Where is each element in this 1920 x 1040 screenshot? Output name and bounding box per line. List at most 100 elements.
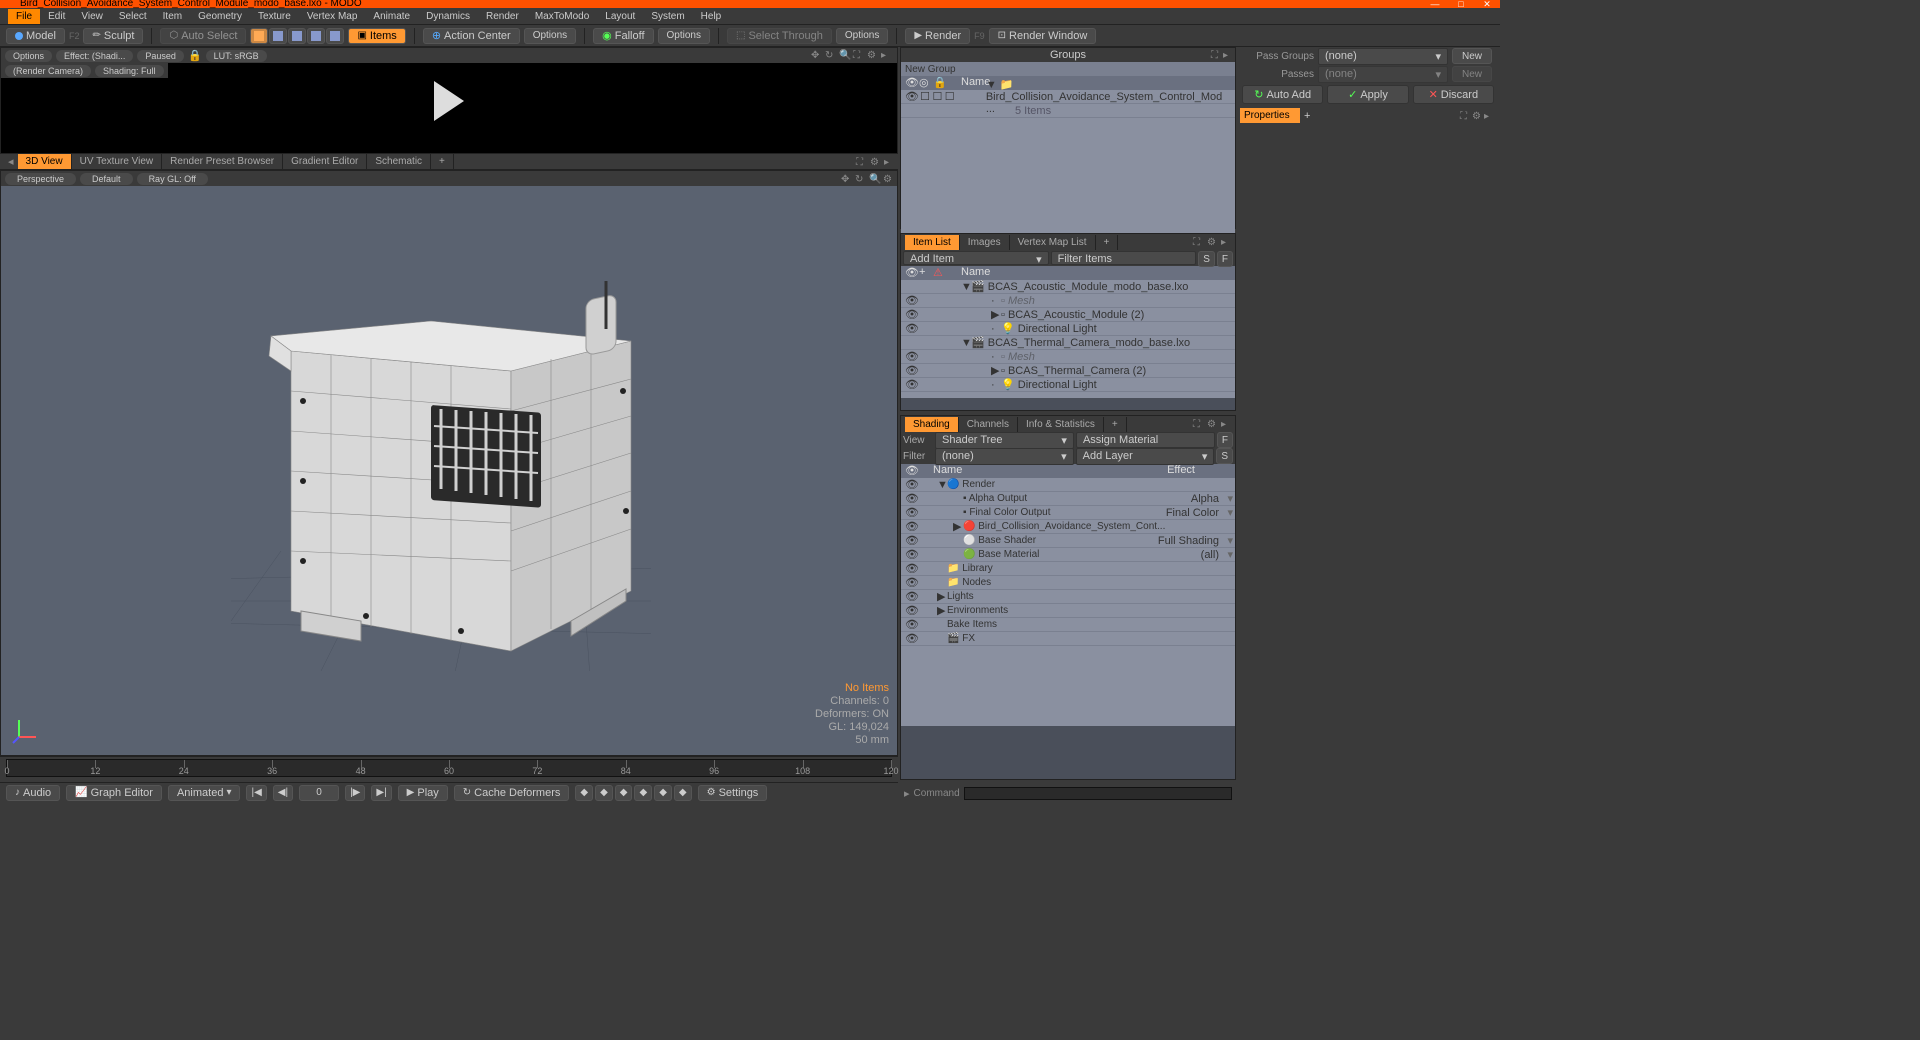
sel-mode-5[interactable] (326, 28, 344, 44)
s-button[interactable]: S (1198, 251, 1215, 267)
preview-effect[interactable]: Effect: (Shadi... (56, 50, 133, 62)
next-frame-button[interactable]: |▶ (345, 785, 365, 801)
auto-select-button[interactable]: ⬡Auto Select (160, 28, 246, 44)
preview-lut[interactable]: LUT: sRGB (206, 50, 267, 62)
menu-icon[interactable]: ▸ (1221, 419, 1231, 429)
expand-icon[interactable]: ⛶ (853, 50, 863, 60)
options-icon[interactable]: ⚙ (883, 174, 893, 184)
expand-icon[interactable]: ⛶ (856, 157, 866, 167)
shader-row[interactable]: 👁▶ 🔴 Bird_Collision_Avoidance_System_Con… (901, 520, 1235, 534)
menu-system[interactable]: System (643, 9, 692, 24)
frame-input[interactable]: 0 (299, 785, 339, 801)
tab-renderpreset[interactable]: Render Preset Browser (162, 154, 283, 169)
menu-texture[interactable]: Texture (250, 9, 299, 24)
maximize-button[interactable]: □ (1448, 0, 1474, 8)
tab-itemlist[interactable]: Item List (905, 235, 960, 250)
item-row[interactable]: 👁· ▫ Mesh (901, 350, 1235, 364)
s-button[interactable]: S (1216, 448, 1233, 464)
discard-button[interactable]: ✕Discard (1413, 85, 1494, 104)
item-row[interactable]: 👁· 💡 Directional Light (901, 378, 1235, 392)
add-layer-dropdown[interactable]: Add Layer▾ (1076, 448, 1215, 465)
key-btn-2[interactable]: ◆ (595, 785, 613, 801)
menu-vertexmap[interactable]: Vertex Map (299, 9, 366, 24)
minimize-button[interactable]: — (1422, 0, 1448, 8)
menu-view[interactable]: View (73, 9, 111, 24)
shading-full-pill[interactable]: Shading: Full (95, 65, 164, 77)
falloff-button[interactable]: ◉Falloff (593, 28, 653, 44)
f-button[interactable]: F (1217, 251, 1233, 267)
sel-mode-3[interactable] (288, 28, 306, 44)
timeline[interactable]: 01224364860728496108120 (0, 756, 898, 782)
default-dropdown[interactable]: Default (80, 173, 133, 185)
tab-info[interactable]: Info & Statistics (1018, 417, 1104, 432)
menu-layout[interactable]: Layout (597, 9, 643, 24)
shader-row[interactable]: 👁 📁 Library (901, 562, 1235, 576)
apply-button[interactable]: ✓Apply (1327, 85, 1408, 104)
model-button[interactable]: Model (6, 28, 65, 44)
sculpt-button[interactable]: ✏Sculpt (83, 28, 143, 44)
item-row[interactable]: 👁▶ ▫ BCAS_Acoustic_Module (2) (901, 308, 1235, 322)
key-btn-4[interactable]: ◆ (634, 785, 652, 801)
shader-row[interactable]: 👁 ▪ Alpha OutputAlpha▾ (901, 492, 1235, 506)
close-button[interactable]: ✕ (1474, 0, 1500, 8)
add-tab[interactable]: + (1304, 110, 1310, 122)
assign-material-btn[interactable]: Assign Material (1076, 432, 1215, 448)
item-row[interactable]: 👁· 💡 Directional Light (901, 322, 1235, 336)
expand-icon[interactable]: ⛶ (1193, 419, 1203, 429)
shader-row[interactable]: 👁 📁 Nodes (901, 576, 1235, 590)
prev-frame-button[interactable]: ◀| (273, 785, 293, 801)
tab-vertexmap[interactable]: Vertex Map List (1010, 235, 1096, 250)
orbit-icon[interactable]: ↻ (855, 174, 865, 184)
gear-icon[interactable]: ⚙ (870, 157, 880, 167)
tab-add[interactable]: + (1104, 417, 1127, 432)
perspective-dropdown[interactable]: Perspective (5, 173, 76, 185)
gear-icon[interactable]: ⚙ (1207, 419, 1217, 429)
menu-edit[interactable]: Edit (40, 9, 73, 24)
group-item-row[interactable]: 👁☐☐☐ ▼ 📁 Bird_Collision_Avoidance_System… (901, 90, 1235, 104)
refresh-icon[interactable]: ↻ (825, 50, 835, 60)
tab-shading[interactable]: Shading (905, 417, 959, 432)
new-group-btn[interactable]: New Group (901, 62, 1235, 76)
shader-row[interactable]: 👁 ⚪ Base ShaderFull Shading▾ (901, 534, 1235, 548)
shader-row[interactable]: 👁 🎬 FX (901, 632, 1235, 646)
shader-row[interactable]: 👁 🟢 Base Material(all)▾ (901, 548, 1235, 562)
menu-icon[interactable]: ▸ (1223, 50, 1233, 60)
tab-images[interactable]: Images (960, 235, 1010, 250)
play-button[interactable]: ▶ Play (398, 785, 448, 801)
menu-select[interactable]: Select (111, 9, 155, 24)
sel-mode-2[interactable] (269, 28, 287, 44)
menu-dynamics[interactable]: Dynamics (418, 9, 478, 24)
goto-start-button[interactable]: |◀ (246, 785, 266, 801)
passes-dropdown[interactable]: (none)▾ (1318, 66, 1448, 83)
gear-icon[interactable]: ⚙ (867, 50, 877, 60)
shader-row[interactable]: 👁▶ Environments (901, 604, 1235, 618)
menu-animate[interactable]: Animate (365, 9, 418, 24)
sel-mode-1[interactable] (250, 28, 268, 44)
gear-icon[interactable]: ⚙ (1472, 111, 1482, 121)
pan-icon[interactable]: ✥ (841, 174, 851, 184)
nav-icon[interactable]: ✥ (811, 50, 821, 60)
options3-button[interactable]: Options (836, 28, 888, 44)
expand-icon[interactable]: ⛶ (1460, 111, 1470, 121)
gear-icon[interactable]: ⚙ (1207, 237, 1217, 247)
menu-file[interactable]: File (8, 9, 40, 24)
menu-icon[interactable]: ▸ (881, 50, 891, 60)
graph-editor-button[interactable]: 📈Graph Editor (66, 785, 162, 801)
filter-dropdown[interactable]: (none)▾ (935, 448, 1074, 465)
item-row[interactable]: 👁· ▫ Mesh (901, 294, 1235, 308)
shader-tree-dropdown[interactable]: Shader Tree▾ (935, 432, 1074, 449)
goto-end-button[interactable]: ▶| (371, 785, 391, 801)
collapse-icon[interactable]: ◂ (4, 155, 18, 168)
key-btn-6[interactable]: ◆ (674, 785, 692, 801)
auto-add-button[interactable]: ↻Auto Add (1242, 85, 1323, 104)
tab-3dview[interactable]: 3D View (18, 154, 72, 169)
menu-icon[interactable]: ▸ (1484, 111, 1494, 121)
lock-icon[interactable]: 🔒 (188, 49, 202, 62)
menu-item[interactable]: Item (155, 9, 190, 24)
add-item-dropdown[interactable]: Add Item▾ (903, 251, 1049, 265)
play-icon[interactable] (434, 81, 464, 121)
item-row[interactable]: 👁▶ ▫ BCAS_Thermal_Camera (2) (901, 364, 1235, 378)
tab-channels[interactable]: Channels (959, 417, 1018, 432)
cache-deformers-button[interactable]: ↻Cache Deformers (454, 785, 570, 801)
shader-row[interactable]: 👁 Bake Items (901, 618, 1235, 632)
